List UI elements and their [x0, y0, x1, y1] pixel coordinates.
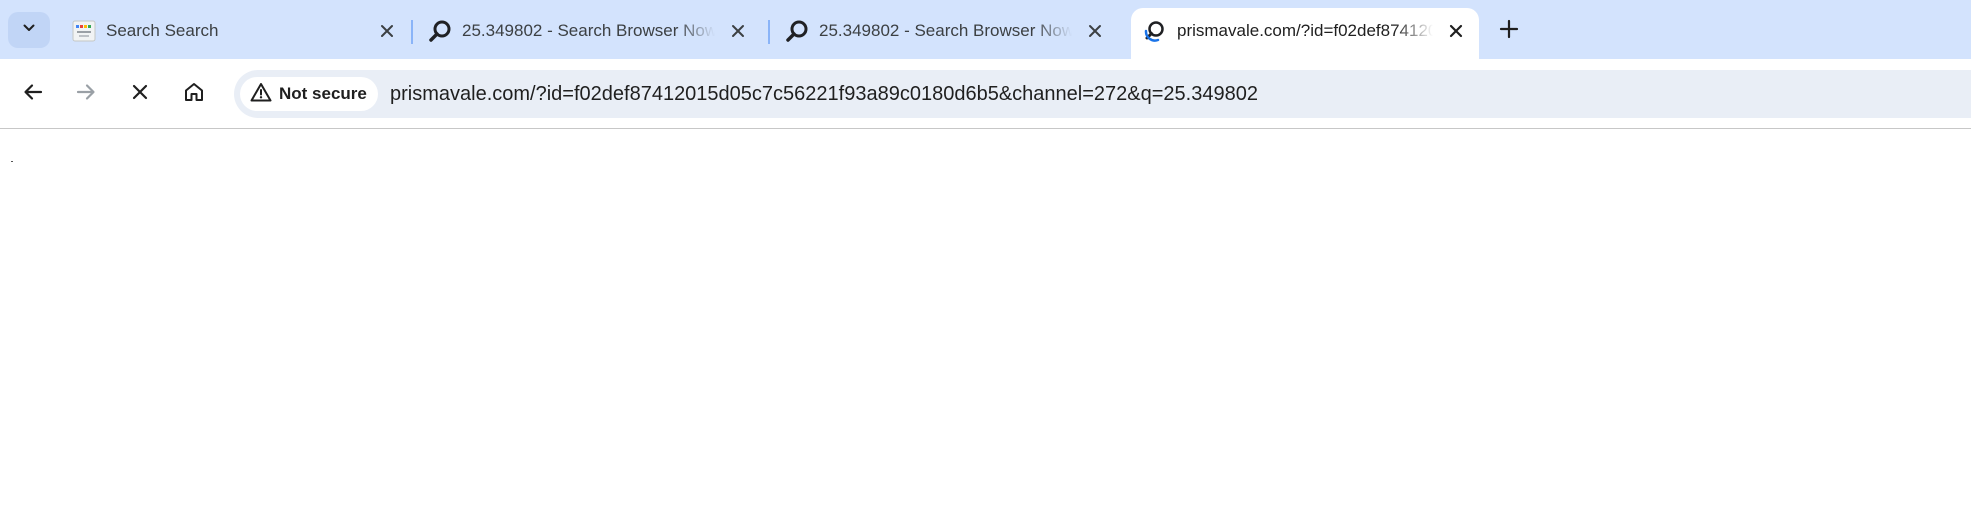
- url-text[interactable]: prismavale.com/?id=f02def87412015d05c7c5…: [390, 83, 1258, 106]
- home-button[interactable]: [175, 75, 213, 113]
- tab-separator: [411, 20, 413, 44]
- site-info-chip[interactable]: Not secure: [240, 77, 378, 111]
- tab-search-browser-now[interactable]: 25.349802 - Search Browser Now: [773, 8, 1118, 54]
- tab-strip: Search Search 25.349802 - Search Browser…: [0, 0, 1971, 59]
- loading-spinner-icon: [1143, 19, 1167, 43]
- close-icon[interactable]: [1084, 20, 1106, 42]
- forward-button[interactable]: [67, 75, 105, 113]
- tab-separator: [768, 20, 770, 44]
- tab-title: 25.349802 - Search Browser Now: [462, 21, 715, 40]
- security-status-label: Not secure: [279, 84, 367, 103]
- tab-search-search[interactable]: Search Search: [60, 8, 410, 54]
- tab-title: Search Search: [106, 21, 219, 40]
- google-search-favicon-icon: [72, 19, 96, 43]
- new-tab-button[interactable]: [1494, 16, 1524, 46]
- magnifier-favicon-icon: [428, 19, 452, 43]
- stop-loading-button[interactable]: [121, 75, 159, 113]
- close-icon: [131, 83, 149, 106]
- tab-title: 25.349802 - Search Browser Now: [819, 21, 1072, 40]
- tab-search-button[interactable]: [8, 12, 50, 48]
- close-icon[interactable]: [727, 20, 749, 42]
- page-artifact-dot: [11, 161, 13, 162]
- close-icon[interactable]: [376, 20, 398, 42]
- chevron-down-icon: [21, 20, 37, 41]
- back-button[interactable]: [14, 75, 52, 113]
- tab-search-browser-now[interactable]: 25.349802 - Search Browser Now: [416, 8, 761, 54]
- navigation-toolbar: Not secure prismavale.com/?id=f02def8741…: [0, 59, 1971, 129]
- magnifier-favicon-icon: [785, 19, 809, 43]
- warning-triangle-icon: [250, 82, 272, 107]
- plus-icon: [1499, 19, 1519, 44]
- arrow-left-icon: [22, 81, 44, 108]
- address-bar[interactable]: Not secure prismavale.com/?id=f02def8741…: [234, 70, 1971, 118]
- close-icon[interactable]: [1445, 20, 1467, 42]
- tab-title: prismavale.com/?id=f02def87412015d05c7c5…: [1177, 21, 1433, 40]
- arrow-right-icon: [75, 81, 97, 108]
- tab-prismavale-active[interactable]: prismavale.com/?id=f02def87412015d05c7c5…: [1131, 8, 1479, 59]
- home-icon: [182, 80, 206, 109]
- page-content: [0, 130, 1971, 514]
